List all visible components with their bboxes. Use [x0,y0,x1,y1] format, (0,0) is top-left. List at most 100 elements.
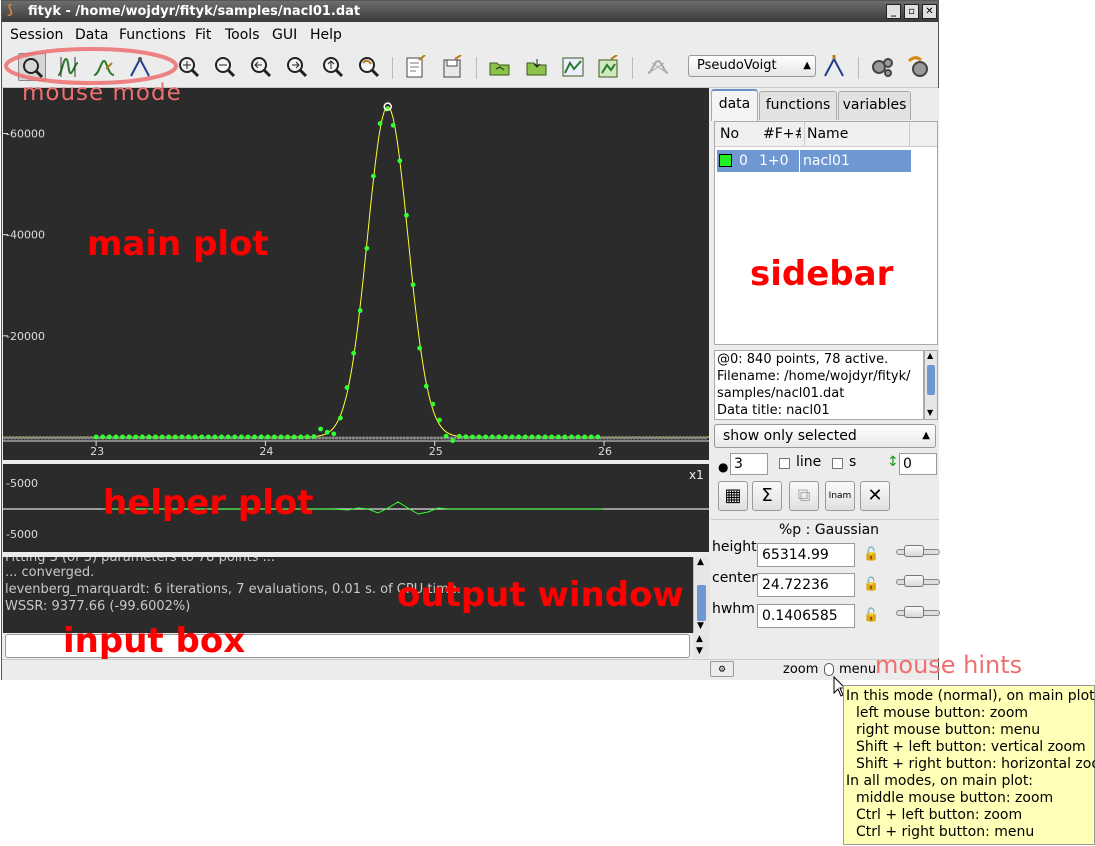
menu-gui[interactable]: GUI [272,27,297,43]
data-point [192,434,198,440]
s-label: s [849,454,857,470]
copy-button[interactable]: ⧉ [789,481,819,511]
slider-knob[interactable] [904,545,924,557]
fit-undo-icon[interactable] [905,53,933,81]
param-value-center[interactable]: 24.72236 [757,573,855,597]
column-no[interactable]: No [720,122,739,146]
status-left-hint: zoom [783,662,819,677]
load-data-icon[interactable] [523,53,551,81]
show-filter-select[interactable]: show only selected ▲ [714,424,936,448]
copy-icon: ⧉ [797,485,811,506]
edit-script-icon[interactable] [402,53,430,81]
inactive-data-point [33,436,37,440]
slider-knob[interactable] [904,575,924,587]
info-scrollbar[interactable]: ▲ ▼ [924,350,938,420]
status-config-icon[interactable]: ⚙ [710,661,734,677]
dataset-list-header: No #F+# Name [715,122,937,147]
param-slider-height[interactable] [896,545,940,557]
output-line: Fitting 3 (of 3) parameters to 78 points… [5,557,276,565]
inactive-data-point [324,436,328,440]
inactive-data-point [328,436,332,440]
data-point [285,434,291,440]
output-splitter[interactable] [3,552,709,556]
menu-help[interactable]: Help [310,27,342,43]
minimize-button[interactable]: _ [886,4,901,19]
dataset-row[interactable]: 0 1+0 nacl01 [717,150,911,172]
dataset-list[interactable]: No #F+# Name 0 1+0 nacl01 [714,121,938,345]
inactive-data-point [60,436,64,440]
open-data-icon[interactable] [486,53,514,81]
grid-icon: ▦ [724,485,742,506]
rename-button[interactable]: Inam [825,481,855,511]
zoom-back-icon[interactable] [355,53,383,81]
param-value-hwhm[interactable]: 0.1406585 [757,604,855,628]
column-functions[interactable]: #F+# [763,122,801,146]
peak-find-icon[interactable] [644,53,672,81]
x-tick-label: 26 [598,445,612,458]
point-size-spin[interactable]: 3 [730,453,768,475]
inactive-data-point [64,436,68,440]
data-point [252,434,257,440]
shift-spin[interactable]: 0 [899,453,937,475]
inactive-data-point [687,436,691,440]
input-scrollbar[interactable]: ▲ ▼ [693,634,709,658]
line-checkbox[interactable] [779,458,790,469]
s-checkbox[interactable] [832,458,843,469]
scroll-up-icon[interactable]: ▲ [697,557,704,567]
inactive-data-point [659,436,664,440]
scroll-down-icon[interactable]: ▼ [927,408,933,417]
inactive-data-point [378,436,383,440]
main-plot[interactable]: -60000 -40000 -20000 23 24 25 26 [3,88,709,460]
zoom-in-icon[interactable] [283,53,311,81]
plot-data-icon[interactable] [559,53,587,81]
data-point [417,345,423,351]
maximize-button[interactable]: ▫ [904,4,919,19]
main-plot-canvas[interactable]: -60000 -40000 -20000 23 24 25 26 [3,88,709,460]
menu-tools[interactable]: Tools [225,27,260,43]
slider-knob[interactable] [904,606,924,618]
lock-icon[interactable]: 🔓 [863,547,879,562]
function-type-select[interactable]: PseudoVoigt ▲ [688,55,816,77]
data-point [100,434,106,440]
scroll-thumb[interactable] [697,585,706,621]
inactive-data-point [84,436,88,440]
zoom-auto-icon[interactable] [319,53,347,81]
lock-icon[interactable]: 🔓 [863,577,879,592]
zoom-prev-icon[interactable] [247,53,275,81]
sum-button[interactable]: Σ [752,481,782,511]
scroll-down-icon[interactable]: ▼ [697,621,704,631]
scroll-thumb[interactable] [927,365,935,395]
delete-button[interactable]: ✕ [860,481,890,511]
fit-run-icon[interactable] [868,53,896,81]
session-save-icon[interactable] [439,53,467,81]
scroll-up-icon[interactable]: ▲ [696,634,703,644]
data-point [324,429,330,435]
inactive-data-point [372,436,376,440]
tab-variables[interactable]: variables [838,91,911,120]
param-slider-center[interactable] [896,575,940,587]
lock-icon[interactable]: 🔓 [863,608,879,623]
close-button[interactable]: ✕ [922,4,937,19]
param-value-height[interactable]: 65314.99 [757,543,855,567]
output-scrollbar[interactable]: ▲ ▼ [693,557,710,633]
scroll-down-icon[interactable]: ▼ [696,646,703,656]
scroll-up-icon[interactable]: ▲ [927,351,933,360]
edit-data-button[interactable]: ▦ [718,481,748,511]
show-filter-value: show only selected [723,428,857,444]
dataset-info[interactable]: @0: 840 points, 78 active. Filename: /ho… [714,350,924,420]
toolbar-separator [476,57,477,79]
zoom-vertical-icon[interactable] [211,53,239,81]
dataset-color-swatch[interactable] [719,154,732,167]
export-plot-icon[interactable] [595,53,623,81]
inactive-data-point [9,436,14,440]
tab-data[interactable]: data [711,89,758,121]
add-function-icon[interactable] [820,53,848,81]
column-divider [804,122,805,146]
data-point [93,434,99,440]
inactive-data-point [395,436,400,440]
inactive-data-point [629,436,633,440]
column-name[interactable]: Name [807,122,848,146]
inactive-data-point [375,436,379,440]
tab-functions[interactable]: functions [759,91,837,120]
param-slider-hwhm[interactable] [896,606,940,618]
